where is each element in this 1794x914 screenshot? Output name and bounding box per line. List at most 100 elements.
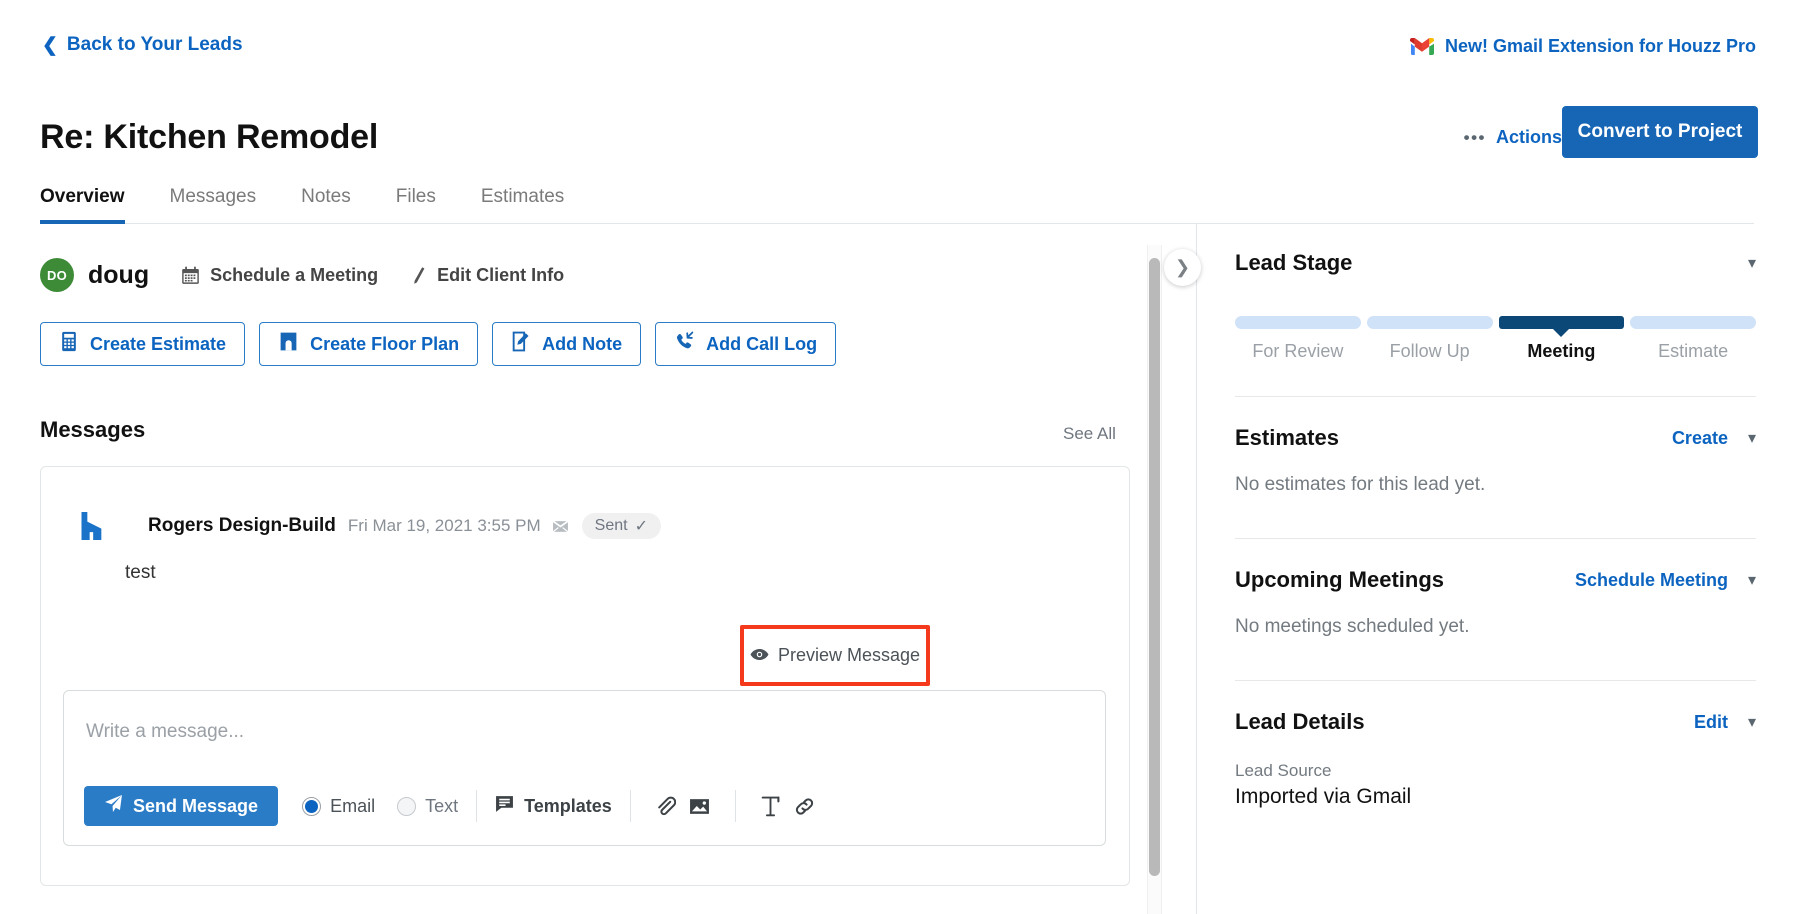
link-icon[interactable] — [788, 789, 822, 823]
send-message-label: Send Message — [133, 795, 259, 816]
back-to-leads-label: Back to Your Leads — [66, 34, 243, 55]
chevron-left-icon: ❮ — [42, 34, 58, 56]
tab-files[interactable]: Files — [396, 186, 436, 224]
messages-heading: Messages — [40, 417, 146, 442]
gmail-extension-promo-link[interactable]: New! Gmail Extension for Houzz Pro — [1409, 36, 1756, 57]
send-plane-icon — [104, 794, 123, 818]
add-note-button[interactable]: Add Note — [492, 322, 642, 366]
top-bar: ❮ Back to Your Leads New! Gmail Extensio… — [0, 0, 1794, 88]
edit-lead-details-link[interactable]: Edit — [1694, 712, 1728, 733]
stage-estimate-label: Estimate — [1658, 341, 1729, 361]
stage-estimate[interactable]: Estimate — [1630, 316, 1756, 362]
upcoming-meetings-chevron-down-icon[interactable]: ▾ — [1748, 570, 1756, 590]
stage-follow-up-bar — [1366, 316, 1493, 329]
upcoming-meetings-title: Upcoming Meetings — [1235, 567, 1445, 592]
estimates-section: Estimates Create ▾ No estimates for this… — [1197, 397, 1794, 496]
add-call-log-label: Add Call Log — [706, 333, 818, 354]
create-floor-plan-button[interactable]: Create Floor Plan — [259, 322, 479, 366]
create-estimate-button[interactable]: Create Estimate — [40, 322, 246, 366]
estimates-title: Estimates — [1235, 425, 1339, 450]
estimates-chevron-down-icon[interactable]: ▾ — [1748, 428, 1756, 448]
stage-for-review[interactable]: For Review — [1235, 316, 1361, 362]
status-badge-label: Sent — [594, 517, 628, 534]
toolbar-divider-2 — [629, 790, 631, 822]
gmail-icon — [1409, 38, 1434, 55]
message-composer: Write a message... Send Message Email Te… — [63, 690, 1106, 846]
houzz-logo-icon — [81, 512, 102, 540]
stage-meeting[interactable]: Meeting — [1498, 316, 1625, 362]
lead-stage-header: Lead Stage ▾ — [1235, 250, 1756, 276]
radio-email[interactable]: Email — [302, 796, 375, 817]
message-input[interactable]: Write a message... — [86, 721, 244, 743]
stage-follow-up-label: Follow Up — [1389, 341, 1470, 361]
actions-menu-button[interactable]: ••• Actions — [1464, 127, 1562, 148]
lead-details-title: Lead Details — [1235, 709, 1365, 734]
attachment-icon[interactable] — [649, 789, 683, 823]
send-message-button[interactable]: Send Message — [84, 786, 279, 826]
stage-follow-up[interactable]: Follow Up — [1366, 316, 1493, 362]
lead-source-value: Imported via Gmail — [1235, 785, 1412, 808]
lead-stage-chevron-down-icon[interactable]: ▾ — [1748, 253, 1756, 273]
envelope-icon — [552, 519, 569, 533]
estimates-header: Estimates Create ▾ — [1235, 425, 1756, 451]
avatar: DO — [40, 258, 74, 292]
stage-meeting-bar — [1498, 316, 1625, 329]
radio-email-label: Email — [330, 795, 376, 816]
quick-actions-row: Create Estimate Create Floor Plan Add No… — [40, 322, 837, 366]
calendar-icon — [181, 266, 200, 285]
content-scrollbar-thumb[interactable] — [1149, 258, 1160, 876]
create-floor-plan-label: Create Floor Plan — [310, 333, 460, 354]
preview-message-button[interactable]: Preview Message — [740, 625, 930, 686]
message-sender: Rogers Design-Build — [148, 515, 336, 536]
radio-email-dot — [302, 796, 322, 816]
composer-toolbar: Send Message Email Text Templates — [84, 785, 1089, 827]
lead-stage-progress: For Review Follow Up Meeting Estimate — [1235, 316, 1756, 362]
tab-messages[interactable]: Messages — [170, 186, 257, 224]
actions-label: Actions — [1495, 127, 1562, 147]
calculator-icon — [59, 331, 79, 357]
collapse-sidebar-button[interactable]: ❯ — [1164, 249, 1201, 286]
create-estimate-link[interactable]: Create — [1672, 428, 1728, 449]
upcoming-meetings-section: Upcoming Meetings Schedule Meeting ▾ No … — [1197, 539, 1794, 638]
upcoming-meetings-empty-text: No meetings scheduled yet. — [1235, 616, 1470, 637]
edit-client-info-link[interactable]: Edit Client Info — [410, 265, 564, 286]
message-timestamp: Fri Mar 19, 2021 3:55 PM — [347, 516, 541, 535]
right-sidebar: Lead Stage ▾ For Review Follow Up Meetin… — [1197, 224, 1794, 914]
add-call-log-button[interactable]: Add Call Log — [655, 322, 837, 366]
toolbar-divider — [476, 790, 478, 822]
channel-radio-group: Email Text — [302, 796, 458, 817]
radio-text-dot — [397, 796, 417, 816]
templates-button[interactable]: Templates — [495, 795, 612, 818]
lead-detail-page: ❮ Back to Your Leads New! Gmail Extensio… — [0, 0, 1794, 914]
note-edit-icon — [511, 331, 531, 357]
radio-text[interactable]: Text — [397, 796, 458, 817]
templates-icon — [495, 795, 514, 818]
estimates-empty-text: No estimates for this lead yet. — [1235, 474, 1486, 495]
edit-client-info-label: Edit Client Info — [437, 264, 565, 285]
stage-for-review-label: For Review — [1252, 341, 1344, 361]
tab-overview[interactable]: Overview — [40, 186, 125, 224]
lead-details-chevron-down-icon[interactable]: ▾ — [1748, 712, 1756, 732]
radio-text-label: Text — [425, 795, 459, 816]
stage-for-review-bar — [1235, 316, 1361, 329]
toolbar-divider-3 — [734, 790, 736, 822]
contact-name: doug — [88, 260, 150, 289]
chevron-right-icon: ❯ — [1174, 257, 1191, 277]
pencil-icon — [410, 266, 427, 285]
schedule-a-meeting-link[interactable]: Schedule a Meeting — [181, 265, 378, 286]
text-format-icon[interactable] — [754, 789, 788, 823]
schedule-meeting-link[interactable]: Schedule Meeting — [1575, 570, 1728, 591]
contact-row: DO doug Schedule a Meeting Edit Client I… — [40, 258, 564, 292]
lead-details-section: Lead Details Edit ▾ Lead Source Imported… — [1197, 681, 1794, 809]
tab-estimates[interactable]: Estimates — [481, 186, 564, 224]
see-all-messages-link[interactable]: See All — [1063, 424, 1116, 444]
back-to-leads-link[interactable]: ❮ Back to Your Leads — [42, 34, 243, 56]
floorplan-icon — [278, 331, 299, 357]
preview-message-label: Preview Message — [777, 645, 921, 665]
image-icon[interactable] — [683, 789, 717, 823]
convert-to-project-button[interactable]: Convert to Project — [1562, 106, 1758, 158]
message-header: Rogers Design-Build Fri Mar 19, 2021 3:5… — [79, 512, 661, 540]
ellipsis-icon: ••• — [1463, 127, 1486, 147]
gmail-promo-label: New! Gmail Extension for Houzz Pro — [1444, 36, 1756, 56]
tab-notes[interactable]: Notes — [301, 186, 351, 224]
